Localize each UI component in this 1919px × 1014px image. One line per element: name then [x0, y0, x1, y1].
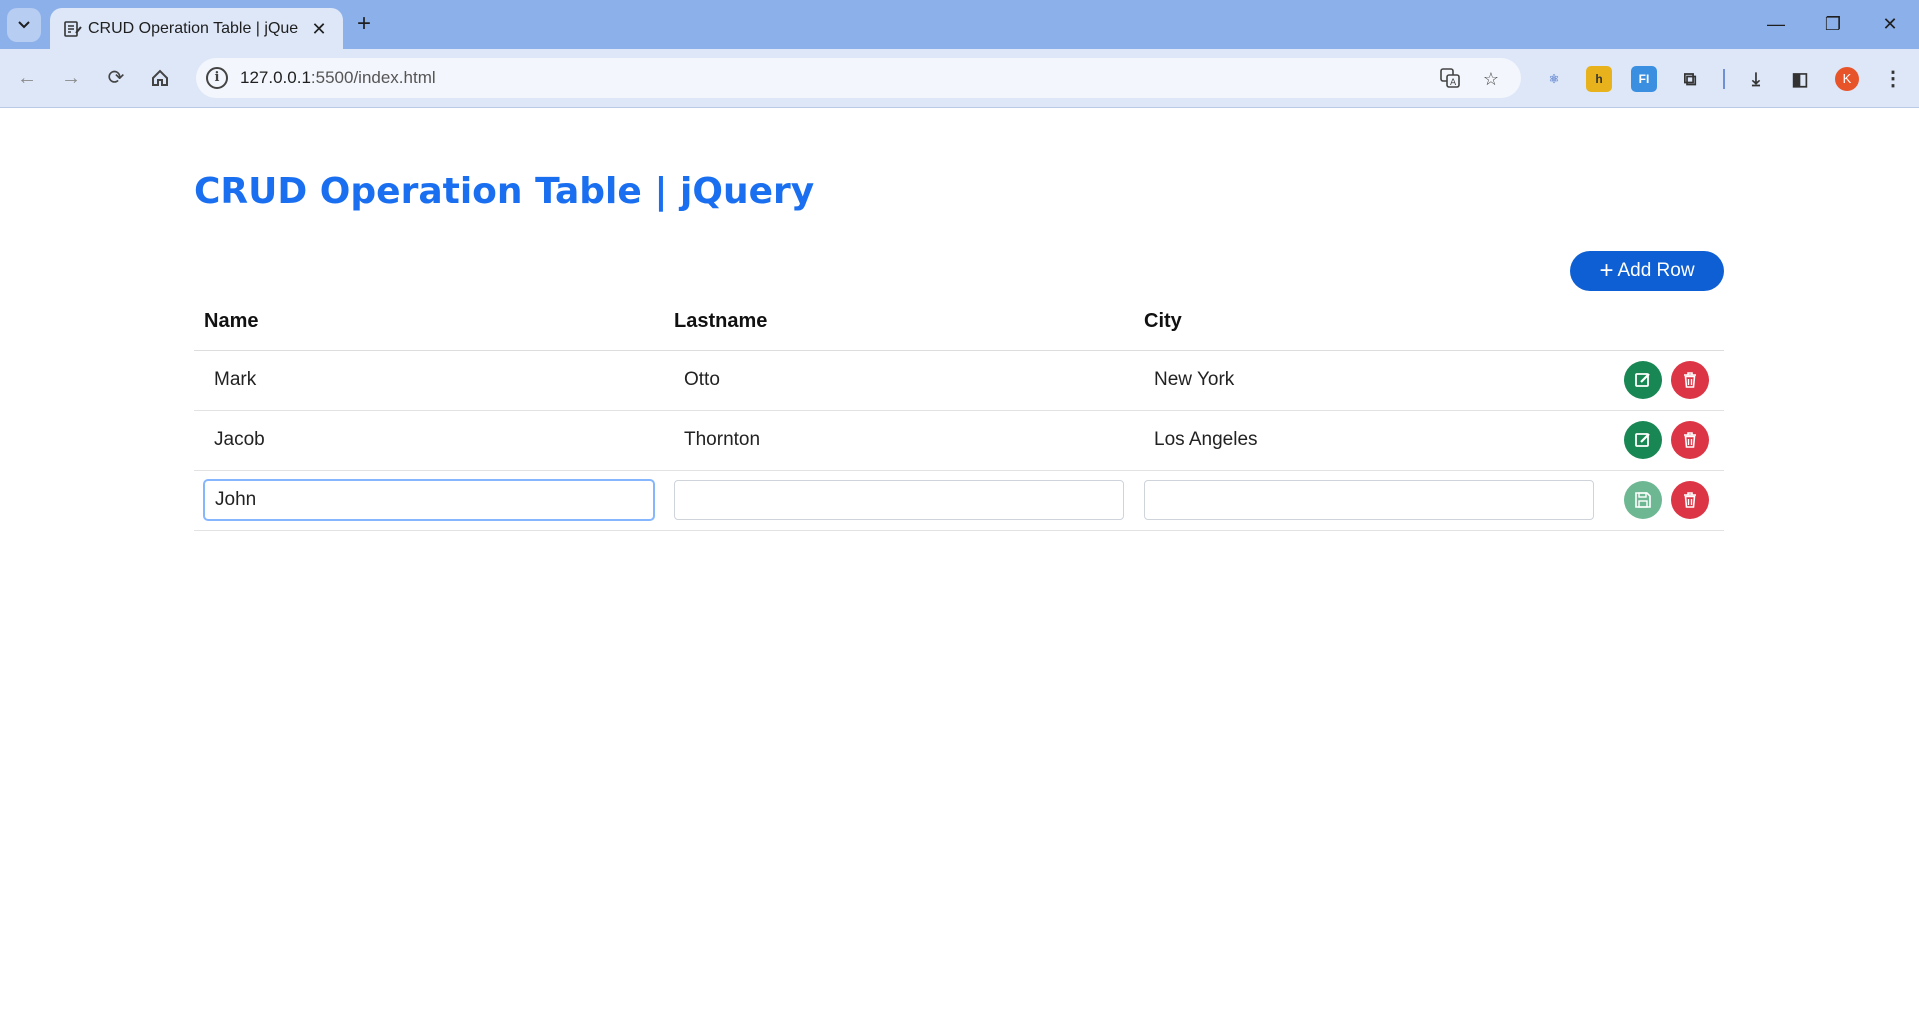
browser-tab[interactable]: CRUD Operation Table | jQuery ✕: [50, 8, 343, 49]
extension-folder-icon[interactable]: h: [1586, 66, 1612, 92]
plus-icon: +: [1599, 257, 1614, 284]
add-row-button[interactable]: + Add Row: [1570, 251, 1724, 291]
trash-icon: [1684, 432, 1696, 448]
home-icon: [152, 69, 168, 86]
header-actions: [1604, 294, 1724, 351]
tab-search-button[interactable]: [7, 8, 41, 42]
cell-city: Los Angeles: [1134, 410, 1604, 471]
extensions-puzzle-icon[interactable]: ⧉: [1677, 66, 1703, 92]
delete-button[interactable]: [1671, 361, 1709, 399]
cell-lastname: [664, 470, 1134, 531]
download-icon[interactable]: ⤓: [1743, 66, 1769, 92]
page-content: CRUD Operation Table | jQuery + Add Row N…: [0, 109, 1919, 1014]
delete-button[interactable]: [1671, 481, 1709, 519]
toolbar-divider: [1723, 69, 1725, 89]
save-button[interactable]: [1624, 481, 1662, 519]
new-tab-button[interactable]: +: [350, 10, 378, 38]
profile-avatar[interactable]: K: [1835, 67, 1859, 91]
cell-lastname: Otto: [664, 350, 1134, 411]
lastname-input[interactable]: [674, 480, 1124, 520]
header-city: City: [1134, 294, 1604, 351]
trash-icon: [1684, 372, 1696, 388]
react-devtools-icon[interactable]: ⚛: [1541, 66, 1567, 92]
back-button[interactable]: ←: [12, 63, 42, 93]
edit-button[interactable]: [1624, 421, 1662, 459]
svg-text:A: A: [1450, 78, 1457, 88]
cell-actions: [1604, 470, 1724, 531]
cell-name: Mark: [194, 350, 664, 411]
header-lastname: Lastname: [664, 294, 1134, 351]
edit-button[interactable]: [1624, 361, 1662, 399]
cell-city: New York: [1134, 350, 1604, 411]
side-panel-icon[interactable]: ◧: [1787, 66, 1813, 92]
chevron-down-icon: [18, 21, 30, 29]
translate-icon[interactable]: A: [1438, 67, 1462, 91]
delete-button[interactable]: [1671, 421, 1709, 459]
browser-toolbar: ← → ⟳ i 127.0.0.1:5500/index.html A ☆ ⚛ …: [0, 49, 1919, 108]
cell-actions: [1604, 410, 1724, 471]
header-name: Name: [194, 294, 664, 351]
save-icon: [1635, 492, 1651, 508]
restore-button[interactable]: ❐: [1813, 6, 1853, 42]
address-bar[interactable]: i 127.0.0.1:5500/index.html A ☆: [196, 58, 1521, 98]
table-row-editing: [194, 470, 1724, 531]
extension-fi-icon[interactable]: FI: [1631, 66, 1657, 92]
table-header-row: Name Lastname City: [194, 294, 1724, 351]
home-button[interactable]: [145, 63, 175, 93]
table-row: Mark Otto New York: [194, 350, 1724, 411]
edit-icon: [1635, 433, 1650, 447]
edit-icon: [1635, 373, 1650, 387]
close-icon[interactable]: ✕: [308, 18, 330, 40]
crud-table: Name Lastname City Mark Otto New York Ja…: [194, 294, 1724, 531]
info-icon[interactable]: i: [206, 67, 228, 89]
minimize-button[interactable]: —: [1756, 6, 1796, 42]
table-row: Jacob Thornton Los Angeles: [194, 410, 1724, 471]
name-input[interactable]: [204, 480, 654, 520]
page-title: CRUD Operation Table | jQuery: [194, 171, 815, 212]
city-input[interactable]: [1144, 480, 1594, 520]
bookmark-star-icon[interactable]: ☆: [1479, 67, 1503, 91]
tab-strip: CRUD Operation Table | jQuery ✕ + — ❐ ✕: [0, 0, 1919, 49]
tab-title: CRUD Operation Table | jQuery: [88, 20, 298, 37]
cell-name: Jacob: [194, 410, 664, 471]
forward-button[interactable]: →: [56, 63, 86, 93]
cell-city: [1134, 470, 1604, 531]
menu-kebab-icon[interactable]: ⋮: [1880, 66, 1906, 92]
document-edit-icon: [64, 21, 82, 37]
window-close-button[interactable]: ✕: [1870, 6, 1910, 42]
reload-button[interactable]: ⟳: [101, 63, 131, 93]
trash-icon: [1684, 492, 1696, 508]
cell-lastname: Thornton: [664, 410, 1134, 471]
cell-name: [194, 470, 664, 531]
url-text[interactable]: 127.0.0.1:5500/index.html: [240, 67, 436, 89]
cell-actions: [1604, 350, 1724, 411]
